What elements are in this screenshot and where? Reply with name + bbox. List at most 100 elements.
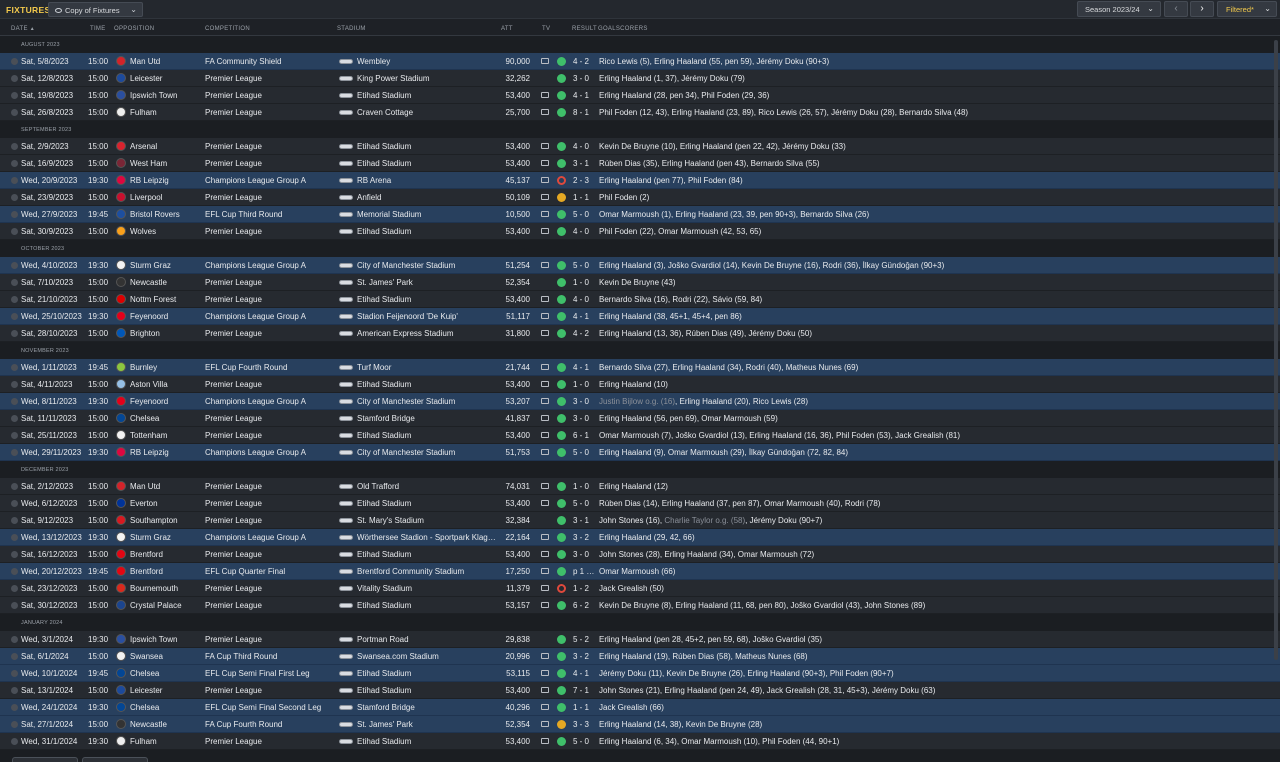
fixture-row[interactable]: Wed, 27/9/2023 19:45 Bristol Rovers EFL Cup… xyxy=(0,206,1280,223)
match-score[interactable]: 5 - 0 xyxy=(573,261,595,270)
stadium-link[interactable]: Etihad Stadium xyxy=(357,737,499,746)
stadium-link[interactable]: Stamford Bridge xyxy=(357,414,499,423)
stadium-link[interactable]: St. James' Park xyxy=(357,720,499,729)
stadium-link[interactable]: Etihad Stadium xyxy=(357,686,499,695)
fixture-row[interactable]: Sat, 26/8/2023 15:00 Fulham Premier League C… xyxy=(0,104,1280,121)
opposition-link[interactable]: Man Utd xyxy=(130,57,202,66)
match-score[interactable]: 3 - 1 xyxy=(573,516,595,525)
opposition-link[interactable]: Chelsea xyxy=(130,414,202,423)
fixture-row[interactable]: Wed, 29/11/2023 19:30 RB Leipzig Champions … xyxy=(0,444,1280,461)
match-score[interactable]: 3 - 0 xyxy=(573,550,595,559)
column-header-time[interactable]: TIME xyxy=(90,26,106,32)
opposition-link[interactable]: Chelsea xyxy=(130,703,202,712)
opposition-link[interactable]: Bournemouth xyxy=(130,584,202,593)
stadium-link[interactable]: Turf Moor xyxy=(357,363,499,372)
opposition-link[interactable]: Liverpool xyxy=(130,193,202,202)
fixture-row[interactable]: Sat, 30/9/2023 15:00 Wolves Premier League E… xyxy=(0,223,1280,240)
competition-link[interactable]: Champions League Group A xyxy=(205,176,335,185)
stadium-link[interactable]: City of Manchester Stadium xyxy=(357,261,499,270)
fixture-row[interactable]: Sat, 5/8/2023 15:00 Man Utd FA Community Sh… xyxy=(0,53,1280,70)
fixture-row[interactable]: Wed, 25/10/2023 19:30 Feyenoord Champions L… xyxy=(0,308,1280,325)
competition-link[interactable]: Premier League xyxy=(205,686,335,695)
opposition-link[interactable]: Newcastle xyxy=(130,278,202,287)
stadium-link[interactable]: Stamford Bridge xyxy=(357,703,499,712)
match-score[interactable]: 1 - 0 xyxy=(573,482,595,491)
competition-link[interactable]: Premier League xyxy=(205,193,335,202)
stadium-link[interactable]: Stadion Feijenoord 'De Kuip' xyxy=(357,312,499,321)
column-header-opposition[interactable]: OPPOSITION xyxy=(114,26,154,32)
opposition-link[interactable]: Everton xyxy=(130,499,202,508)
opposition-link[interactable]: Burnley xyxy=(130,363,202,372)
competition-link[interactable]: Premier League xyxy=(205,550,335,559)
stadium-link[interactable]: Etihad Stadium xyxy=(357,550,499,559)
fixture-row[interactable]: Wed, 20/12/2023 19:45 Brentford EFL Cup Qua… xyxy=(0,563,1280,580)
fixture-row[interactable]: Sat, 25/11/2023 15:00 Tottenham Premier Lea… xyxy=(0,427,1280,444)
competition-link[interactable]: EFL Cup Semi Final Second Leg xyxy=(205,703,335,712)
opposition-link[interactable]: Sturm Graz xyxy=(130,261,202,270)
opposition-link[interactable]: Ipswich Town xyxy=(130,91,202,100)
competition-link[interactable]: Premier League xyxy=(205,635,335,644)
stadium-link[interactable]: RB Arena xyxy=(357,176,499,185)
opposition-link[interactable]: Sturm Graz xyxy=(130,533,202,542)
fixture-row[interactable]: Sat, 28/10/2023 15:00 Brighton Premier Leag… xyxy=(0,325,1280,342)
fixture-row[interactable]: Wed, 24/1/2024 19:30 Chelsea EFL Cup Semi F… xyxy=(0,699,1280,716)
match-score[interactable]: 4 - 1 xyxy=(573,312,595,321)
match-score[interactable]: 3 - 0 xyxy=(573,397,595,406)
opposition-link[interactable]: Arsenal xyxy=(130,142,202,151)
competition-link[interactable]: EFL Cup Fourth Round xyxy=(205,363,335,372)
opposition-link[interactable]: Brentford xyxy=(130,550,202,559)
fixture-row[interactable]: Sat, 2/9/2023 15:00 Arsenal Premier League E… xyxy=(0,138,1280,155)
match-score[interactable]: 1 - 2 xyxy=(573,584,595,593)
opposition-link[interactable]: Brentford xyxy=(130,567,202,576)
stadium-link[interactable]: Brentford Community Stadium xyxy=(357,567,499,576)
opposition-link[interactable]: Man Utd xyxy=(130,482,202,491)
bottom-button[interactable] xyxy=(12,757,78,762)
fixture-row[interactable]: Sat, 30/12/2023 15:00 Crystal Palace Premie… xyxy=(0,597,1280,614)
match-score[interactable]: 5 - 0 xyxy=(573,210,595,219)
competition-link[interactable]: Champions League Group A xyxy=(205,261,335,270)
match-score[interactable]: 4 - 1 xyxy=(573,363,595,372)
stadium-link[interactable]: Swansea.com Stadium xyxy=(357,652,499,661)
fixture-row[interactable]: Wed, 8/11/2023 19:30 Feyenoord Champions Le… xyxy=(0,393,1280,410)
stadium-link[interactable]: Etihad Stadium xyxy=(357,159,499,168)
fixture-row[interactable]: Wed, 6/12/2023 15:00 Everton Premier League… xyxy=(0,495,1280,512)
bottom-button[interactable] xyxy=(82,757,148,762)
fixture-row[interactable]: Sat, 7/10/2023 15:00 Newcastle Premier Leag… xyxy=(0,274,1280,291)
fixture-row[interactable]: Sat, 12/8/2023 15:00 Leicester Premier Leag… xyxy=(0,70,1280,87)
fixture-row[interactable]: Sat, 19/8/2023 15:00 Ipswich Town Premier L… xyxy=(0,87,1280,104)
competition-link[interactable]: Premier League xyxy=(205,601,335,610)
opposition-link[interactable]: Crystal Palace xyxy=(130,601,202,610)
stadium-link[interactable]: Vitality Stadium xyxy=(357,584,499,593)
opposition-link[interactable]: Leicester xyxy=(130,686,202,695)
competition-link[interactable]: Champions League Group A xyxy=(205,397,335,406)
opposition-link[interactable]: Fulham xyxy=(130,108,202,117)
stadium-link[interactable]: Etihad Stadium xyxy=(357,669,499,678)
opposition-link[interactable]: Tottenham xyxy=(130,431,202,440)
stadium-link[interactable]: City of Manchester Stadium xyxy=(357,448,499,457)
column-header-tv[interactable]: TV xyxy=(542,26,550,32)
competition-link[interactable]: Premier League xyxy=(205,431,335,440)
match-score[interactable]: 5 - 0 xyxy=(573,737,595,746)
fixture-row[interactable]: Sat, 23/12/2023 15:00 Bournemouth Premier L… xyxy=(0,580,1280,597)
view-dropdown[interactable]: Copy of Fixtures ⌄ xyxy=(48,2,143,17)
match-score[interactable]: 8 - 1 xyxy=(573,108,595,117)
match-score[interactable]: 3 - 2 xyxy=(573,533,595,542)
competition-link[interactable]: EFL Cup Semi Final First Leg xyxy=(205,669,335,678)
opposition-link[interactable]: Feyenoord xyxy=(130,312,202,321)
stadium-link[interactable]: Memorial Stadium xyxy=(357,210,499,219)
match-score[interactable]: 7 - 1 xyxy=(573,686,595,695)
next-season-button[interactable]: › xyxy=(1190,1,1214,17)
competition-link[interactable]: Premier League xyxy=(205,482,335,491)
fixture-row[interactable]: Wed, 3/1/2024 19:30 Ipswich Town Premier Le… xyxy=(0,631,1280,648)
competition-link[interactable]: Premier League xyxy=(205,74,335,83)
competition-link[interactable]: FA Cup Fourth Round xyxy=(205,720,335,729)
match-score[interactable]: p 1 - 1 xyxy=(573,567,595,576)
column-header-result[interactable]: RESULT xyxy=(572,26,597,32)
competition-link[interactable]: Champions League Group A xyxy=(205,448,335,457)
match-score[interactable]: 3 - 2 xyxy=(573,652,595,661)
opposition-link[interactable]: Ipswich Town xyxy=(130,635,202,644)
match-score[interactable]: 4 - 0 xyxy=(573,295,595,304)
fixture-row[interactable]: Wed, 1/11/2023 19:45 Burnley EFL Cup Fourth… xyxy=(0,359,1280,376)
opposition-link[interactable]: Leicester xyxy=(130,74,202,83)
match-score[interactable]: 3 - 0 xyxy=(573,74,595,83)
